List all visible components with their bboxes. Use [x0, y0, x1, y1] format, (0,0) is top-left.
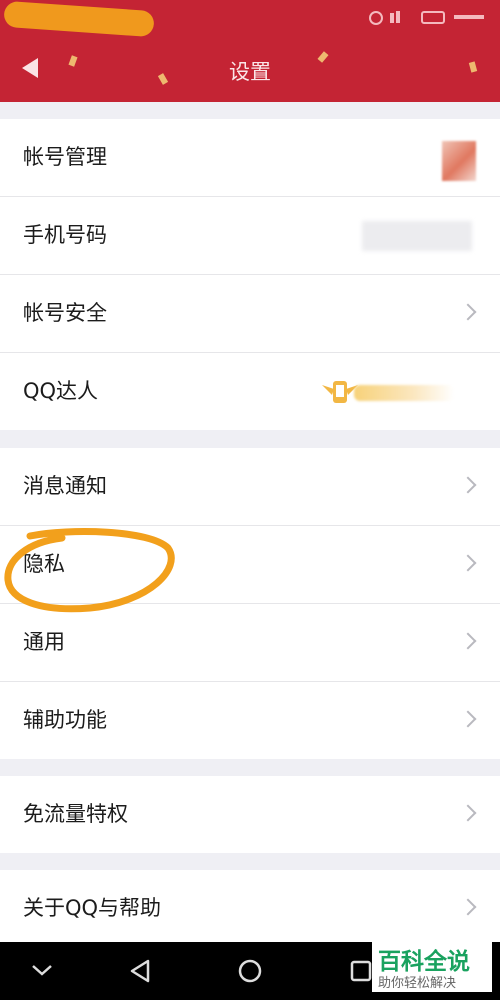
chevron-down-icon[interactable] [30, 962, 54, 978]
settings-item-label: 手机号码 [23, 223, 107, 247]
avatar [442, 141, 476, 181]
settings-item-notifications[interactable]: 消息通知 [0, 448, 500, 526]
settings-item-label: 帐号管理 [23, 145, 107, 169]
status-bar [0, 0, 500, 38]
settings-item-general[interactable]: 通用 [0, 604, 500, 682]
settings-item-account-security[interactable]: 帐号安全 [0, 275, 500, 353]
settings-group-account: 帐号管理 手机号码 帐号安全 QQ达人 [0, 119, 500, 430]
redacted-phone-number [362, 221, 472, 251]
settings-item-label: 辅助功能 [23, 708, 107, 732]
chevron-right-icon [459, 632, 477, 650]
chevron-right-icon [459, 476, 477, 494]
chevron-right-icon [459, 710, 477, 728]
redacted-expert-level [354, 385, 454, 401]
watermark-title: 百科全说 [378, 949, 470, 975]
watermark-subtitle: 助你轻松解决 [378, 976, 457, 991]
redaction-scribble [3, 0, 155, 38]
settings-item-about-help[interactable]: 关于QQ与帮助 [0, 870, 500, 942]
settings-item-label: 关于QQ与帮助 [23, 896, 162, 920]
annotation-circle [4, 528, 175, 613]
settings-group-about: 关于QQ与帮助 [0, 870, 500, 942]
signal-battery-icon [369, 11, 484, 25]
settings-item-phone-number[interactable]: 手机号码 [0, 197, 500, 275]
watermark-logo: 百科全说 助你轻松解决 [372, 940, 492, 992]
settings-item-label: QQ达人 [23, 379, 99, 403]
chevron-right-icon [459, 554, 477, 572]
chevron-right-icon [459, 898, 477, 916]
settings-item-label: 帐号安全 [23, 301, 107, 325]
settings-item-label: 免流量特权 [23, 802, 128, 826]
settings-item-label: 消息通知 [23, 474, 107, 498]
settings-item-account-management[interactable]: 帐号管理 [0, 119, 500, 197]
back-triangle-icon[interactable] [128, 958, 152, 984]
page-title: 设置 [229, 60, 271, 84]
settings-item-label: 通用 [23, 630, 65, 654]
recents-square-icon[interactable] [350, 960, 372, 982]
chevron-right-icon [459, 303, 477, 321]
chevron-right-icon [459, 804, 477, 822]
settings-item-free-data[interactable]: 免流量特权 [0, 776, 500, 853]
settings-item-accessibility[interactable]: 辅助功能 [0, 682, 500, 759]
title-bar: 设置 [0, 38, 500, 102]
settings-group-data: 免流量特权 [0, 776, 500, 853]
home-circle-icon[interactable] [237, 958, 263, 984]
settings-item-qq-expert[interactable]: QQ达人 [0, 353, 500, 430]
status-icons [368, 10, 488, 30]
